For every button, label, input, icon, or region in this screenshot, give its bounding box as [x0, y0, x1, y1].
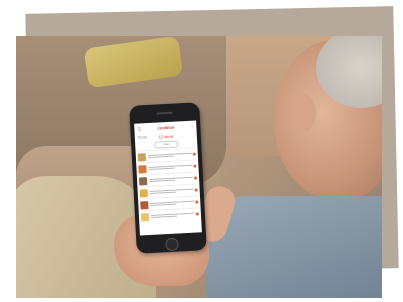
list-item	[138, 207, 202, 223]
menu-icon: ☰	[137, 125, 142, 132]
product-thumbnail	[137, 152, 147, 162]
brand-logo: coolblue	[157, 124, 175, 130]
filter-pill: Filter	[154, 140, 179, 149]
home-button	[165, 237, 179, 252]
item-text-lines	[148, 164, 193, 171]
item-text-lines	[149, 176, 194, 183]
phone-screen: ☰ coolblue ○ Terug 12 ideas Filter	[134, 120, 202, 236]
smartphone: ☰ coolblue ○ Terug 12 ideas Filter	[129, 102, 207, 254]
phone-speaker	[156, 111, 173, 115]
action-dot	[195, 200, 199, 204]
back-link: Terug	[137, 135, 147, 140]
product-thumbnail	[138, 176, 148, 186]
product-thumbnail	[139, 188, 148, 197]
scene: ☰ coolblue ○ Terug 12 ideas Filter	[0, 0, 403, 302]
item-text-lines	[149, 188, 194, 195]
item-text-lines	[147, 152, 192, 159]
action-dot	[193, 176, 198, 180]
product-thumbnail	[138, 164, 147, 174]
item-text-lines	[150, 200, 195, 207]
cart-icon: ○	[190, 123, 194, 129]
product-thumbnail	[140, 212, 150, 221]
action-dot	[194, 188, 198, 192]
person-ear	[292, 94, 316, 132]
item-text-lines	[150, 212, 195, 219]
action-dot	[192, 152, 196, 156]
item-list	[135, 147, 202, 223]
action-dot	[193, 164, 197, 168]
product-thumbnail	[140, 200, 149, 209]
photo: ☰ coolblue ○ Terug 12 ideas Filter	[16, 36, 382, 298]
screen-title: 12 ideas	[158, 133, 174, 139]
action-dot	[195, 212, 200, 216]
